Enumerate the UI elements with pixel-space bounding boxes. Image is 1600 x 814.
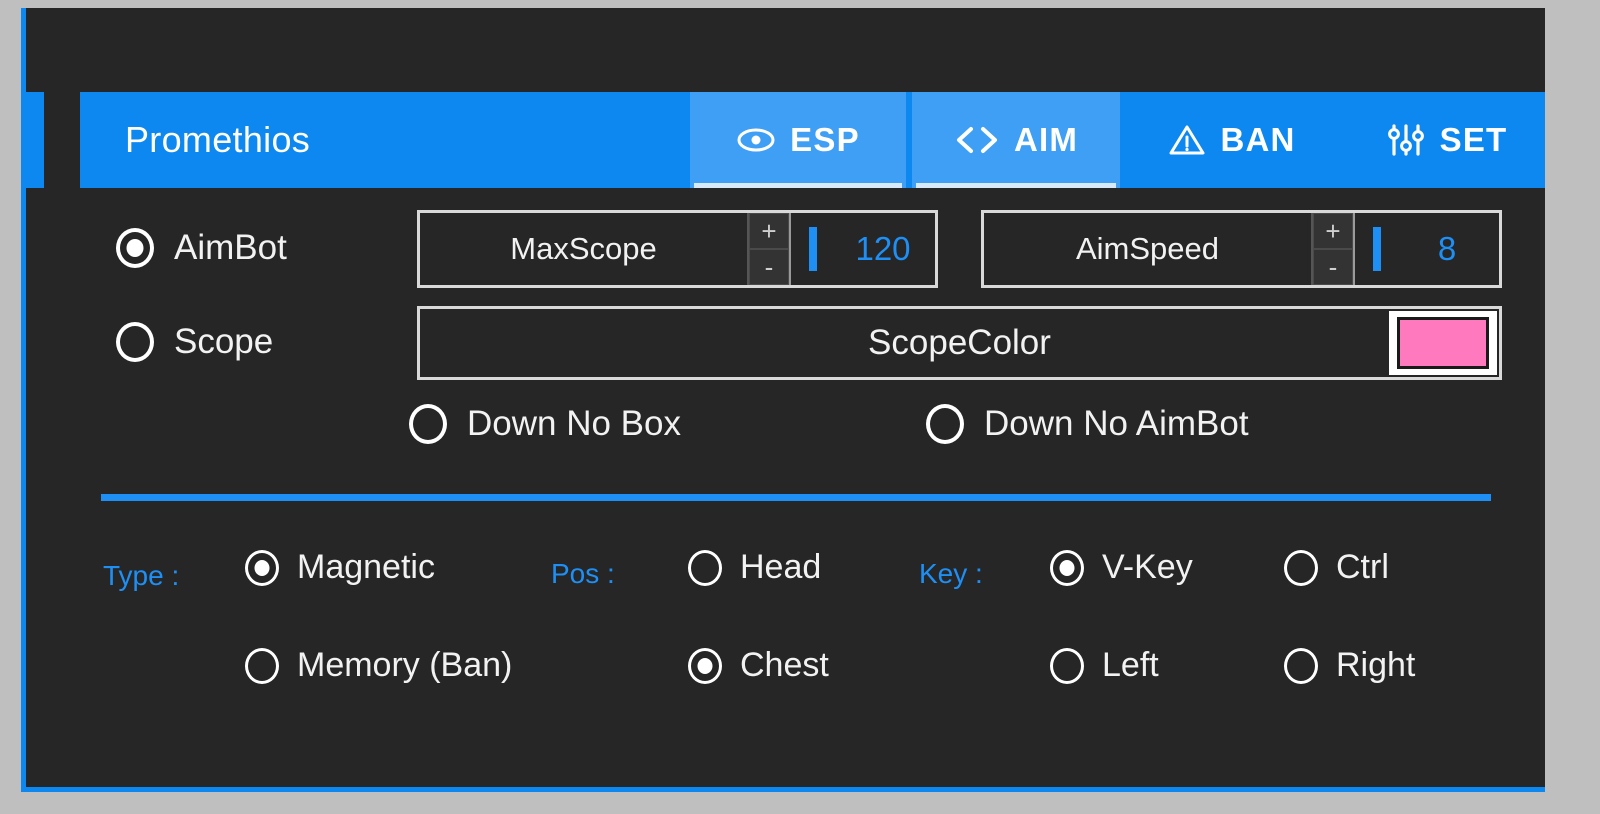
maxscope-value-box[interactable]: 120 bbox=[791, 213, 935, 285]
down-no-box-radio[interactable] bbox=[409, 404, 447, 444]
down-options-row: Down No Box Down No AimBot bbox=[26, 404, 1545, 464]
aimbot-radio-option[interactable]: AimBot bbox=[116, 228, 287, 268]
text-caret-icon bbox=[1373, 227, 1381, 271]
key-v-key-radio[interactable] bbox=[1050, 549, 1084, 586]
text-caret-icon bbox=[809, 227, 817, 271]
tab-aim-label: AIM bbox=[1013, 121, 1079, 158]
down-no-box-option[interactable]: Down No Box bbox=[409, 404, 681, 444]
pos-option-chest[interactable]: Chest bbox=[688, 646, 829, 685]
pos-chest-radio[interactable] bbox=[688, 647, 722, 684]
scope-color-field[interactable]: ScopeColor bbox=[417, 306, 1502, 380]
aimbot-row: AimBot MaxScope + - 120 AimSpeed + - 8 bbox=[26, 210, 1545, 290]
key-right-radio[interactable] bbox=[1284, 647, 1318, 684]
tab-set[interactable]: SET bbox=[1344, 92, 1549, 188]
pos-chest-label: Chest bbox=[740, 646, 829, 684]
aimbot-radio[interactable] bbox=[116, 228, 154, 268]
key-group-label: Key : bbox=[919, 558, 983, 589]
key-ctrl-label: Ctrl bbox=[1336, 548, 1389, 586]
key-option-v-key[interactable]: V-Key bbox=[1050, 548, 1193, 587]
tab-esp[interactable]: ESP bbox=[690, 92, 906, 188]
aimspeed-increment-button[interactable]: + bbox=[1313, 213, 1353, 249]
type-group-label: Type : bbox=[103, 560, 180, 591]
code-icon bbox=[954, 125, 1000, 155]
aimspeed-decrement-button[interactable]: - bbox=[1313, 249, 1353, 285]
key-option-ctrl[interactable]: Ctrl bbox=[1284, 548, 1389, 587]
maxscope-value[interactable]: 120 bbox=[835, 230, 931, 268]
tab-ban-label: BAN bbox=[1220, 121, 1296, 158]
type-memory-ban-radio[interactable] bbox=[245, 647, 279, 684]
app-title: Promethios bbox=[125, 119, 311, 160]
maxscope-decrement-button[interactable]: - bbox=[749, 249, 789, 285]
type-memory-ban-label: Memory (Ban) bbox=[297, 646, 513, 684]
down-no-aimbot-option[interactable]: Down No AimBot bbox=[926, 404, 1249, 444]
sliders-icon bbox=[1386, 123, 1426, 157]
left-accent-stub bbox=[26, 92, 44, 188]
key-v-key-label: V-Key bbox=[1102, 548, 1193, 586]
section-divider bbox=[101, 494, 1491, 501]
scope-row: Scope ScopeColor bbox=[26, 306, 1545, 382]
aimspeed-label: AimSpeed bbox=[1075, 231, 1220, 266]
tab-ban[interactable]: BAN bbox=[1126, 92, 1338, 188]
maxscope-spinner[interactable]: MaxScope + - 120 bbox=[417, 210, 938, 288]
key-left-label: Left bbox=[1102, 646, 1159, 684]
pos-option-head[interactable]: Head bbox=[688, 548, 821, 587]
down-no-box-label: Down No Box bbox=[467, 404, 681, 443]
pos-head-radio[interactable] bbox=[688, 549, 722, 586]
warning-icon bbox=[1168, 123, 1206, 157]
aimspeed-value-box[interactable]: 8 bbox=[1355, 213, 1499, 285]
key-option-right[interactable]: Right bbox=[1284, 646, 1415, 685]
scope-radio[interactable] bbox=[116, 322, 154, 362]
type-magnetic-radio[interactable] bbox=[245, 549, 279, 586]
scope-color-label: ScopeColor bbox=[868, 323, 1051, 362]
scope-radio-option[interactable]: Scope bbox=[116, 322, 273, 362]
type-option-magnetic[interactable]: Magnetic bbox=[245, 548, 435, 587]
scope-color-swatch[interactable] bbox=[1397, 317, 1489, 369]
aimspeed-value[interactable]: 8 bbox=[1399, 230, 1495, 268]
eye-icon bbox=[736, 126, 776, 154]
maxscope-stepper[interactable]: + - bbox=[747, 213, 791, 285]
key-option-left[interactable]: Left bbox=[1050, 646, 1159, 685]
scope-color-swatch-button[interactable] bbox=[1389, 311, 1497, 375]
aimspeed-spinner[interactable]: AimSpeed + - 8 bbox=[981, 210, 1502, 288]
maxscope-increment-button[interactable]: + bbox=[749, 213, 789, 249]
aimbot-label: AimBot bbox=[174, 228, 287, 267]
tab-esp-label: ESP bbox=[790, 121, 860, 158]
tab-aim[interactable]: AIM bbox=[912, 92, 1120, 188]
aim-settings-content: AimBot MaxScope + - 120 AimSpeed + - 8 S… bbox=[26, 188, 1545, 787]
aimspeed-stepper[interactable]: + - bbox=[1311, 213, 1355, 285]
pos-head-label: Head bbox=[740, 548, 822, 586]
key-right-label: Right bbox=[1336, 646, 1416, 684]
tab-set-label: SET bbox=[1439, 121, 1508, 158]
title-tab-bar: Promethios ESP AIM BAN SET bbox=[80, 92, 1545, 188]
type-option-memory-ban[interactable]: Memory (Ban) bbox=[245, 646, 512, 685]
key-ctrl-radio[interactable] bbox=[1284, 549, 1318, 586]
scope-label: Scope bbox=[174, 322, 274, 361]
promethios-panel: Promethios ESP AIM BAN SET AimBot MaxSco… bbox=[21, 8, 1545, 792]
maxscope-label: MaxScope bbox=[510, 231, 657, 266]
pos-group-label: Pos : bbox=[551, 558, 615, 589]
down-no-aimbot-radio[interactable] bbox=[926, 404, 964, 444]
key-left-radio[interactable] bbox=[1050, 647, 1084, 684]
down-no-aimbot-label: Down No AimBot bbox=[984, 404, 1249, 443]
type-magnetic-label: Magnetic bbox=[297, 548, 435, 586]
